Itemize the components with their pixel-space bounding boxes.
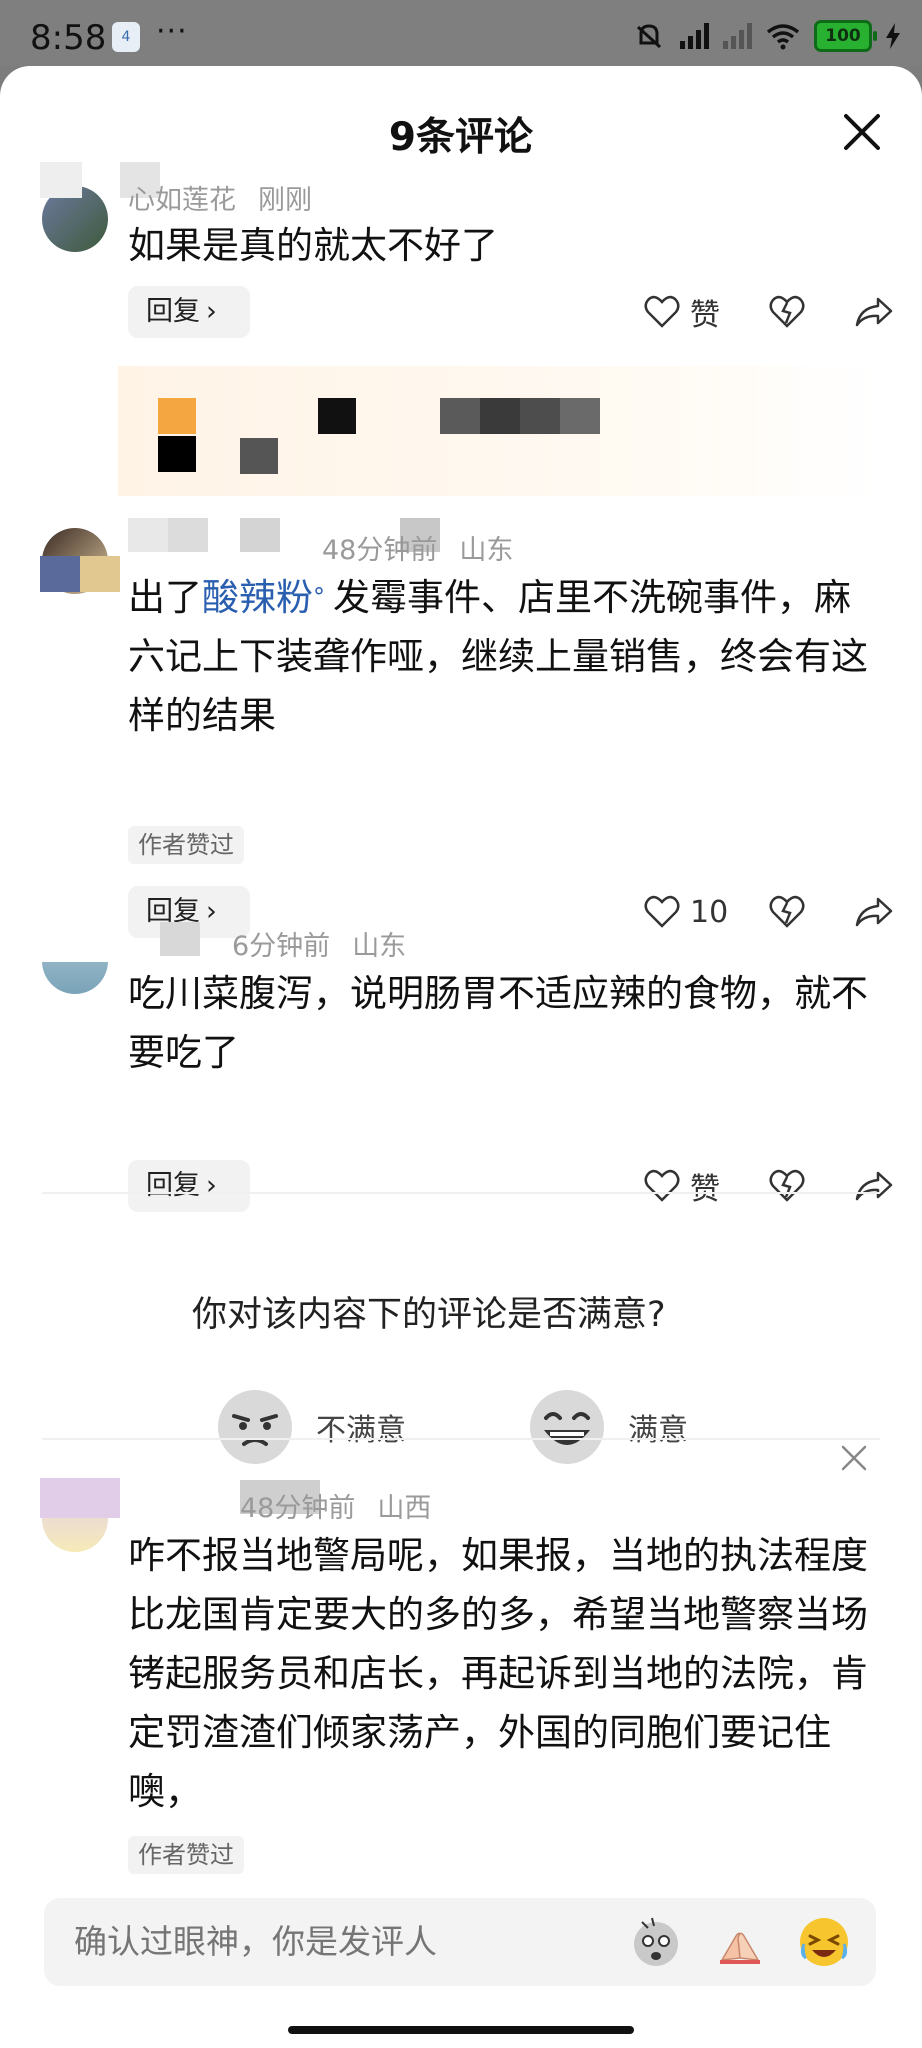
author-liked-badge: 作者赞过 (128, 826, 244, 864)
author-liked-badge: 作者赞过 (128, 1836, 244, 1874)
username-mosaic (128, 518, 168, 552)
avatar-mosaic (80, 556, 120, 592)
avatar-mosaic (40, 556, 80, 592)
home-indicator[interactable] (288, 2026, 634, 2034)
chevron-right-icon: › (206, 296, 217, 327)
like-count: 10 (690, 894, 729, 930)
comment-meta: 48分钟前 山东 (322, 528, 513, 567)
battery-indicator: 100 (814, 20, 877, 52)
status-icons: 100 (632, 20, 900, 52)
wifi-icon (766, 24, 800, 50)
avatar-mosaic (40, 162, 82, 198)
ad-mosaic (560, 398, 600, 434)
ad-mosaic (158, 398, 196, 434)
ad-mosaic (480, 398, 520, 434)
status-time: 8:58 (30, 18, 107, 58)
charging-icon (886, 23, 900, 49)
reply-button[interactable]: 回复 › (128, 1160, 250, 1212)
heart-icon (644, 1169, 680, 1202)
survey-unsatisfied-button[interactable]: 不满意 (216, 1388, 406, 1466)
close-survey-icon[interactable] (840, 1444, 868, 1472)
comment-actions: 赞 (644, 286, 894, 338)
comment-input[interactable] (74, 1922, 544, 1961)
like-button[interactable]: 赞 (644, 1164, 742, 1208)
clap-hands-icon[interactable] (712, 1914, 768, 1970)
comment-input-bar (44, 1898, 876, 1986)
unsatisfied-face-icon (218, 1390, 292, 1464)
comment-time: 6分钟前 (232, 931, 331, 962)
like-button[interactable]: 10 (644, 895, 742, 930)
status-bar: 8:58 4 ··· 100 (0, 0, 922, 66)
divider (42, 1192, 880, 1194)
comment-count-title: 9条评论 (388, 115, 534, 160)
divider (42, 1438, 880, 1440)
heart-icon (644, 895, 680, 928)
reply-label: 回复 (146, 296, 200, 327)
ad-mosaic (240, 438, 278, 474)
username-mosaic (160, 922, 200, 956)
comment-actions: 10 (644, 886, 894, 938)
username[interactable]: 心如莲花 (128, 185, 236, 216)
crying-laugh-emoji-icon[interactable] (796, 1914, 852, 1970)
ad-mosaic (158, 436, 196, 472)
comment-text: 出了酸辣粉° 发霉事件、店里不洗碗事件，麻六记上下装聋作哑，继续上量销售，终会有这… (128, 568, 868, 745)
reply-button[interactable]: 回复 › (128, 286, 250, 338)
ad-mosaic (440, 398, 480, 434)
comment-time: 48分钟前 (322, 535, 438, 566)
comment-text-before: 出了 (128, 576, 202, 619)
comment-sheet: 9条评论 心如莲花 刚刚 如果是真的就太不好了 回复 › 赞 48分钟前 山东 … (0, 66, 922, 2048)
like-label: 赞 (690, 1172, 720, 1207)
comment-location: 山西 (377, 1493, 432, 1524)
comment-time: 48分钟前 (240, 1493, 356, 1524)
share-icon[interactable] (854, 896, 894, 928)
avatar-mosaic (40, 922, 120, 962)
survey-question: 你对该内容下的评论是否满意? (192, 1295, 666, 1335)
dislike-icon[interactable] (768, 1169, 806, 1203)
notification-badge: 4 (112, 22, 140, 52)
dizzy-emoji-icon[interactable] (628, 1914, 684, 1970)
dislike-icon[interactable] (768, 895, 806, 929)
username-mosaic (168, 518, 208, 552)
unsatisfied-label: 不满意 (316, 1413, 406, 1448)
username-mosaic (240, 518, 280, 552)
share-icon[interactable] (854, 296, 894, 328)
comment-time: 刚刚 (258, 185, 312, 216)
satisfied-face-icon (530, 1390, 604, 1464)
comment-meta: 心如莲花 刚刚 (128, 178, 312, 217)
comment-text: 吃川菜腹泻，说明肠胃不适应辣的食物，就不要吃了 (128, 972, 868, 1074)
search-icon: ° (313, 583, 325, 611)
more-notifications-icon: ··· (156, 14, 188, 49)
mute-icon (636, 24, 662, 49)
ad-mosaic (520, 398, 560, 434)
topic-link[interactable]: 酸辣粉 (202, 576, 313, 619)
reply-label: 回复 (146, 1170, 200, 1201)
ad-mosaic (318, 398, 356, 434)
signal-icon (680, 23, 709, 49)
heart-icon (644, 295, 680, 328)
comment-text: 咋不报当地警局呢，如果报，当地的执法程度比龙国肯定要大的多的多，希望当地警察当场… (128, 1534, 868, 1813)
chevron-right-icon: › (206, 1170, 217, 1201)
like-label: 赞 (690, 298, 720, 333)
dislike-icon[interactable] (768, 295, 806, 329)
like-button[interactable]: 赞 (644, 290, 742, 334)
comment-location: 山东 (459, 535, 514, 566)
close-icon[interactable] (840, 110, 884, 154)
comment-location: 山东 (352, 931, 407, 962)
survey-satisfied-button[interactable]: 满意 (528, 1388, 688, 1466)
comment-meta: 6分钟前 山东 (232, 924, 406, 963)
satisfied-label: 满意 (628, 1413, 688, 1448)
comment-actions: 赞 (644, 1160, 894, 1212)
signal-secondary-icon (723, 23, 752, 49)
chevron-right-icon: › (206, 896, 217, 927)
avatar-mosaic (40, 1478, 120, 1518)
ad-banner[interactable] (118, 366, 878, 496)
comment-meta: 48分钟前 山西 (240, 1486, 431, 1525)
share-icon[interactable] (854, 1170, 894, 1202)
comment-text: 如果是真的就太不好了 (128, 224, 498, 267)
